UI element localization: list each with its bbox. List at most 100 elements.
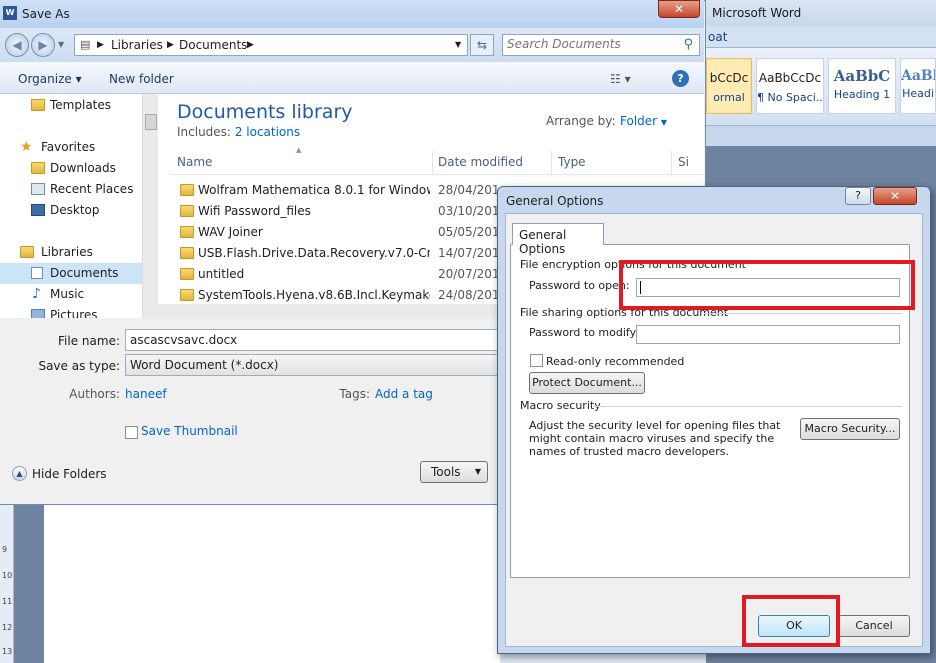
- cancel-button[interactable]: Cancel: [838, 615, 910, 637]
- password-to-modify-input[interactable]: [636, 325, 900, 344]
- breadcrumb-libraries[interactable]: Libraries: [111, 38, 163, 52]
- includes-label: Includes:: [177, 125, 231, 139]
- libraries-icon: [20, 246, 34, 258]
- nav-item-favorites[interactable]: ★ Favorites: [0, 137, 142, 158]
- close-button[interactable]: ✕: [658, 0, 700, 18]
- nav-item-recent-places[interactable]: Recent Places: [0, 179, 142, 200]
- ruler-number: 11: [2, 597, 13, 606]
- refresh-button[interactable]: ⇆: [470, 34, 494, 56]
- sort-arrow-icon: ▲: [296, 146, 302, 154]
- style-no-spacing[interactable]: AaBbCcDc ¶ No Spaci...: [756, 58, 824, 114]
- column-type[interactable]: Type: [558, 155, 586, 169]
- nav-item-downloads[interactable]: Downloads: [0, 158, 142, 179]
- close-button[interactable]: ✕: [873, 187, 917, 205]
- chevron-down-icon: ▼: [660, 118, 668, 127]
- nav-item-label: Templates: [50, 98, 112, 112]
- nav-item-label: Libraries: [41, 245, 93, 259]
- style-sample: bCcDc: [709, 71, 749, 85]
- column-divider[interactable]: [432, 151, 433, 175]
- help-icon[interactable]: ?: [672, 70, 689, 87]
- style-normal[interactable]: bCcDc ormal: [706, 58, 752, 114]
- nav-item-music[interactable]: ♪ Music: [0, 284, 142, 305]
- ruler-number: 13: [2, 647, 13, 656]
- page-margin-area: [14, 505, 44, 663]
- nav-scrollbar[interactable]: [142, 94, 158, 318]
- vertical-ruler: 9 10 11 12 13: [0, 505, 14, 663]
- breadcrumb-documents[interactable]: Documents: [179, 38, 247, 52]
- locations-link[interactable]: 2 locations: [235, 125, 300, 139]
- command-bar: [0, 62, 704, 94]
- recent-places-icon: [31, 183, 45, 195]
- general-options-title: General Options: [506, 194, 604, 208]
- save-as-type-select[interactable]: Word Document (*.docx): [125, 354, 505, 376]
- forward-arrow-icon: ▶: [38, 38, 48, 52]
- nav-item-label: Pictures: [50, 308, 98, 318]
- save-thumbnail-checkbox[interactable]: [125, 426, 138, 439]
- word-app-icon: W: [3, 6, 17, 20]
- nav-item-desktop[interactable]: Desktop: [0, 200, 142, 221]
- documents-icon: [31, 267, 43, 279]
- nav-item-pictures[interactable]: Pictures: [0, 305, 142, 318]
- column-date-modified[interactable]: Date modified: [438, 155, 523, 169]
- read-only-checkbox[interactable]: [530, 354, 543, 367]
- folder-icon: [180, 268, 194, 280]
- chevron-up-icon[interactable]: ▲: [12, 466, 27, 481]
- nav-item-libraries[interactable]: Libraries: [0, 242, 142, 263]
- chevron-down-icon[interactable]: ▼: [455, 40, 461, 49]
- file-list-header: [170, 151, 704, 175]
- filename-input[interactable]: ascascvsavc.docx: [125, 329, 505, 351]
- folder-icon: ▤: [80, 38, 91, 51]
- tools-button[interactable]: Tools ▼: [420, 461, 488, 483]
- address-bar[interactable]: ▤ ▶ Libraries ▶ Documents ▶ ▼: [74, 34, 468, 56]
- help-button[interactable]: ?: [845, 187, 871, 205]
- folder-icon: [180, 184, 194, 196]
- search-icon[interactable]: ⚲: [683, 37, 693, 52]
- recent-pages-chevron-icon[interactable]: ▼: [58, 40, 64, 49]
- folder-icon: [180, 289, 194, 301]
- new-folder-button[interactable]: New folder: [109, 72, 174, 86]
- style-heading-2[interactable]: AaBb Headi: [900, 58, 936, 114]
- folder-icon: [180, 205, 194, 217]
- word-ribbon-group-labels: [706, 126, 936, 146]
- divider: [704, 313, 902, 314]
- password-to-open-label: Password to open:: [529, 279, 630, 292]
- column-size[interactable]: Si: [678, 155, 689, 169]
- word-tab-format[interactable]: oat: [708, 30, 727, 44]
- password-to-modify-label: Password to modify:: [529, 326, 639, 339]
- nav-item-documents[interactable]: Documents: [0, 263, 142, 284]
- tags-input[interactable]: Add a tag: [375, 387, 433, 401]
- library-includes: Includes: 2 locations: [177, 125, 300, 139]
- style-heading-1[interactable]: AaBbC Heading 1: [828, 58, 896, 114]
- macro-description: Adjust the security level for opening fi…: [529, 419, 781, 458]
- column-name[interactable]: Name: [177, 155, 212, 169]
- column-divider[interactable]: [551, 151, 552, 175]
- column-divider[interactable]: [671, 151, 672, 175]
- style-name: ormal: [713, 91, 745, 104]
- arrange-by-dropdown[interactable]: Folder ▼: [620, 114, 667, 128]
- nav-item-label: Favorites: [41, 140, 96, 154]
- file-date: 24/08/2011: [438, 288, 498, 302]
- scrollbar-thumb[interactable]: [145, 114, 157, 130]
- tags-label: Tags:: [339, 387, 370, 401]
- document-page[interactable]: [44, 505, 500, 663]
- word-title: Microsoft Word: [706, 0, 936, 26]
- view-options-icon[interactable]: ☷ ▾: [610, 72, 631, 86]
- nav-item-templates[interactable]: Templates: [0, 95, 142, 116]
- search-input[interactable]: [507, 37, 677, 51]
- authors-value[interactable]: haneef: [125, 387, 167, 401]
- save-thumbnail-label[interactable]: Save Thumbnail: [141, 424, 238, 438]
- search-box[interactable]: ⚲: [502, 34, 700, 56]
- ruler-number: 12: [2, 623, 13, 632]
- protect-document-button[interactable]: Protect Document...: [529, 372, 645, 394]
- back-button[interactable]: ◀: [5, 33, 29, 57]
- organize-button[interactable]: Organize ▾: [18, 72, 82, 86]
- hide-folders-button[interactable]: Hide Folders: [32, 467, 107, 481]
- forward-button[interactable]: ▶: [31, 33, 55, 57]
- tab-general-options[interactable]: General Options: [512, 223, 604, 256]
- file-date: 20/07/2011: [438, 267, 498, 281]
- file-date: 14/07/2011: [438, 246, 498, 260]
- file-name: Wolfram Mathematica 8.0.1 for Windows...: [198, 183, 430, 197]
- macro-security-button[interactable]: Macro Security...: [800, 418, 900, 440]
- read-only-label[interactable]: Read-only recommended: [546, 355, 684, 368]
- star-icon: ★: [20, 139, 33, 155]
